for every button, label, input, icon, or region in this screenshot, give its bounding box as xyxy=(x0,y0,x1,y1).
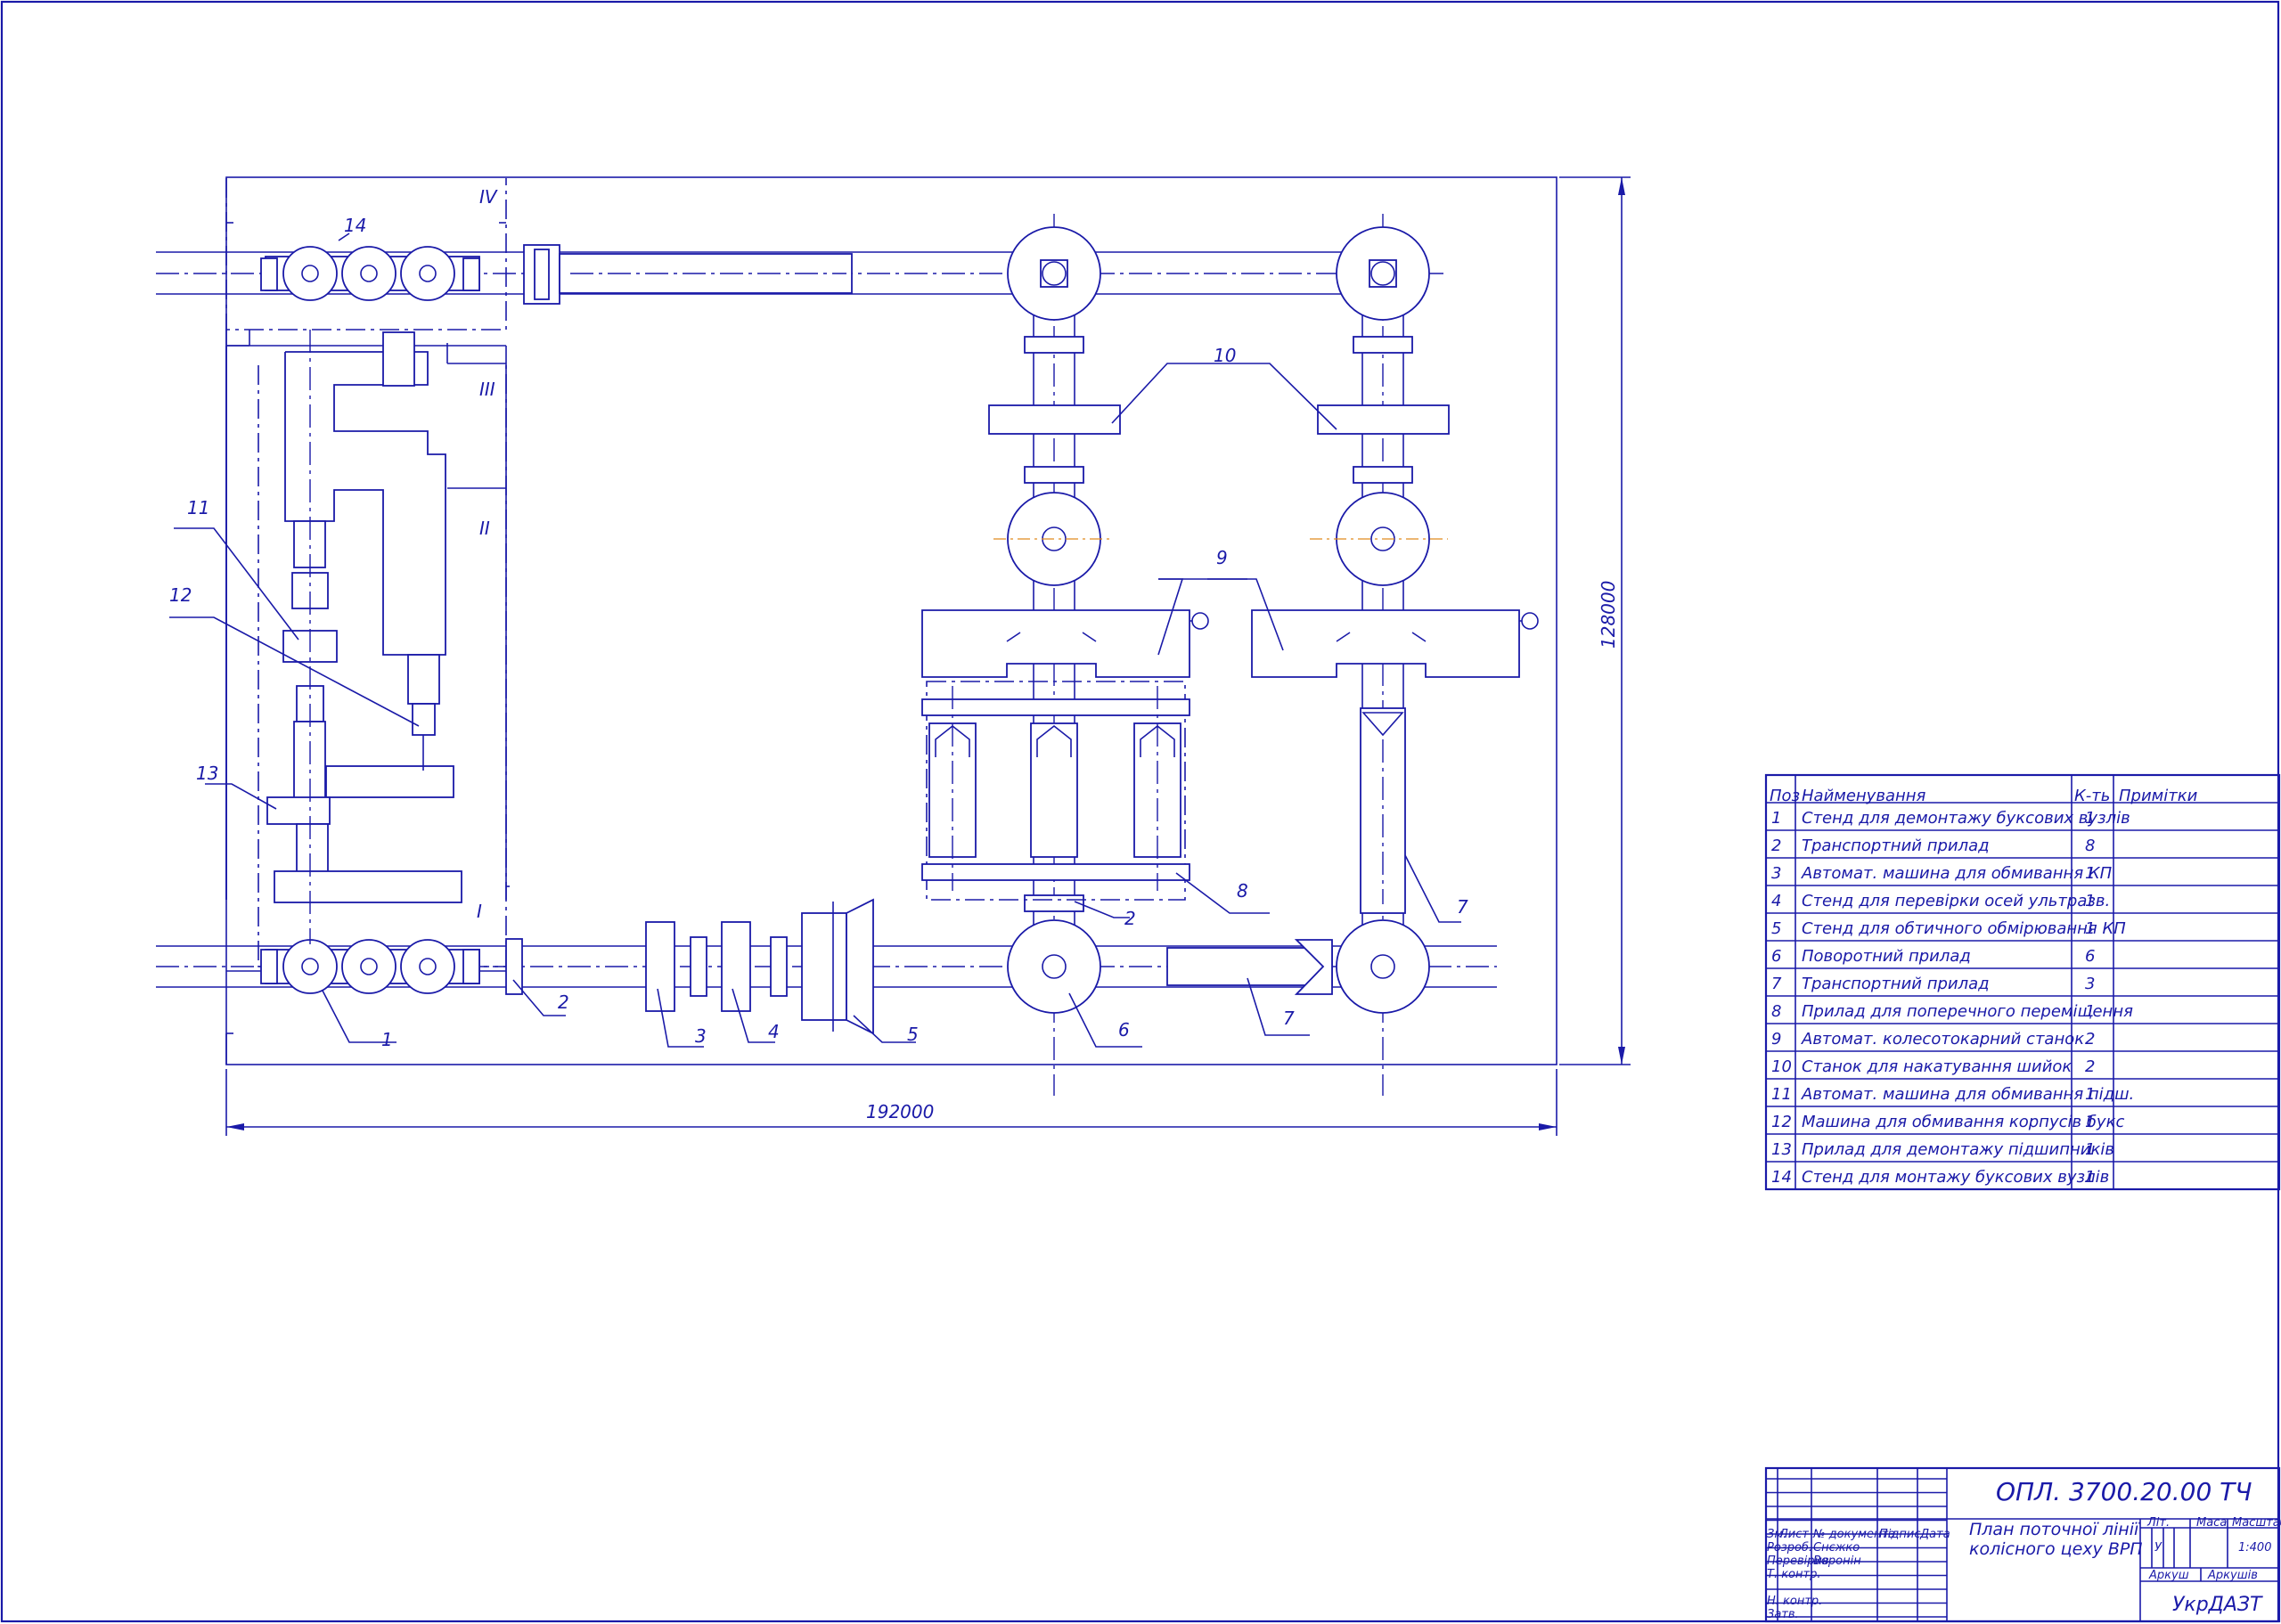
spec-row-name: Станок для накатування шийок xyxy=(1802,1057,2072,1076)
tb-scale-val: 1:400 xyxy=(2238,1541,2271,1555)
callout-8: 8 xyxy=(1237,880,1248,902)
tb-arkush: Аркуш xyxy=(2148,1569,2189,1582)
zone-boundaries xyxy=(225,178,510,1065)
zone-label-i: I xyxy=(477,901,482,922)
spec-row-name: Стенд для перевірки осей ультразв. xyxy=(1802,892,2110,910)
tb-masa: Маса xyxy=(2196,1516,2227,1530)
spec-row-name: Транспортний прилад xyxy=(1802,836,1990,855)
spec-header-pos: Поз xyxy=(1770,787,1800,805)
spec-row-name: Прилад для демонтажу підшипників xyxy=(1802,1140,2114,1159)
spec-row-qty: 1 xyxy=(2085,809,2095,828)
cross-transfer-device xyxy=(921,681,1190,901)
spec-row-qty: 1 xyxy=(2085,892,2095,910)
dimension-height: 128000 xyxy=(1598,581,1619,649)
spec-row-pos: 11 xyxy=(1771,1085,1792,1104)
spec-row-pos: 2 xyxy=(1771,836,1781,855)
spec-row-name: Стенд для демонтажу буксових вузлів xyxy=(1802,809,2130,828)
tb-razrab-name: Снєжко xyxy=(1813,1541,1860,1555)
tb-row-nkontr: Н. контр. xyxy=(1767,1595,1822,1608)
wheel-lathes xyxy=(921,609,1539,678)
spec-row-pos: 13 xyxy=(1771,1140,1792,1159)
drawing-title-line1: План поточної лінії xyxy=(1969,1520,2141,1539)
title-block: ОПЛ. 3700.20.00 ТЧ План поточної лінії к… xyxy=(1764,1466,2281,1623)
bottom-conveyor-line xyxy=(156,898,1497,1035)
drawing-title-line2: колісного цеху ВРП xyxy=(1969,1539,2143,1559)
tb-col-date: Дата xyxy=(1919,1528,1950,1541)
callout-9: 9 xyxy=(1216,547,1228,568)
tb-perev-name: Воронін xyxy=(1813,1555,1861,1568)
spec-row-pos: 8 xyxy=(1771,1002,1781,1021)
callout-13: 13 xyxy=(196,763,218,784)
spec-row-pos: 10 xyxy=(1771,1057,1792,1076)
spec-row-name: Машина для обмивання корпусів букс xyxy=(1802,1113,2124,1131)
callout-4: 4 xyxy=(768,1021,780,1042)
zone-label-ii: II xyxy=(479,518,490,539)
spec-header-note: Примітки xyxy=(2119,787,2198,805)
callout-12: 12 xyxy=(169,584,192,606)
callout-10: 10 xyxy=(1214,345,1236,366)
spec-row-pos: 6 xyxy=(1771,947,1781,966)
spec-row-pos: 1 xyxy=(1771,809,1781,828)
spec-row-qty: 1 xyxy=(2085,1085,2095,1104)
tb-lit-val: У xyxy=(2154,1541,2162,1555)
spec-row-qty: 6 xyxy=(2085,947,2095,966)
spec-row-name: Поворотний прилад xyxy=(1802,947,1971,966)
callout-7a: 7 xyxy=(1283,1008,1295,1029)
spec-row-qty: 1 xyxy=(2085,919,2095,938)
plan-view: IV III II I 1 2 3 4 5 6 7 7 8 9 10 11 12… xyxy=(156,176,1631,1136)
callout-7b: 7 xyxy=(1457,896,1468,918)
spec-row-qty: 1 xyxy=(2085,1168,2095,1187)
spec-header-name: Найменування xyxy=(1802,787,1926,805)
spec-row-pos: 9 xyxy=(1771,1030,1781,1049)
tb-col-sign: Підпис xyxy=(1879,1528,1920,1541)
spec-row-pos: 3 xyxy=(1771,864,1781,883)
tb-row-tkontr: Т. контр. xyxy=(1767,1568,1820,1581)
callout-14: 14 xyxy=(344,215,366,236)
callout-2b: 2 xyxy=(1124,908,1136,929)
callout-2a: 2 xyxy=(558,992,569,1013)
spec-row-name: Транспортний прилад xyxy=(1802,975,1990,993)
tb-masshtab: Масштаб xyxy=(2232,1516,2281,1530)
spec-row-qty: 2 xyxy=(2085,1030,2095,1049)
spec-row-qty: 1 xyxy=(2085,1113,2095,1131)
spec-row-qty: 2 xyxy=(2085,1057,2095,1076)
tb-arkushiv: Аркушів xyxy=(2207,1569,2258,1582)
callout-11: 11 xyxy=(187,497,209,518)
specification-table: Поз Найменування К-ть Примітки 1 Стенд дл… xyxy=(1764,773,2281,1191)
spec-row-pos: 7 xyxy=(1771,975,1782,993)
tb-row-zatv: Затв. xyxy=(1767,1608,1799,1621)
spec-row-name: Автомат. машина для обмивання КП xyxy=(1801,864,2113,883)
spec-row-name: Стенд для обтичного обмірювання КП xyxy=(1802,919,2126,938)
spec-header-qty: К-ть xyxy=(2074,787,2110,805)
zone-label-iii: III xyxy=(479,379,495,400)
organization: УкрДАЗТ xyxy=(2172,1594,2263,1616)
spec-row-pos: 5 xyxy=(1771,919,1781,938)
spec-row-pos: 14 xyxy=(1771,1168,1792,1187)
tb-lit: Літ. xyxy=(2146,1516,2170,1530)
spec-row-name: Стенд для монтажу буксових вузлів xyxy=(1802,1168,2109,1187)
spec-row-name: Прилад для поперечного переміщення xyxy=(1802,1002,2133,1021)
callout-5: 5 xyxy=(907,1024,919,1045)
spec-row-qty: 1 xyxy=(2085,864,2095,883)
dimension-width: 192000 xyxy=(866,1101,934,1122)
callout-3: 3 xyxy=(695,1025,707,1047)
drawing-sheet: IV III II I 1 2 3 4 5 6 7 7 8 9 10 11 12… xyxy=(0,0,2281,1623)
spec-row-qty: 8 xyxy=(2085,836,2095,855)
doc-code: ОПЛ. 3700.20.00 ТЧ xyxy=(1996,1477,2252,1506)
callout-6: 6 xyxy=(1118,1019,1130,1041)
spec-row-pos: 4 xyxy=(1771,892,1781,910)
spec-row-qty: 1 xyxy=(2085,1140,2095,1159)
spec-row-qty: 3 xyxy=(2085,975,2095,993)
callout-1: 1 xyxy=(381,1029,393,1050)
top-conveyor-line xyxy=(156,244,1443,305)
tb-col-list: Лист xyxy=(1778,1528,1809,1541)
spec-row-qty: 1 xyxy=(2085,1002,2095,1021)
tb-row-razrab: Розроб. xyxy=(1767,1541,1812,1555)
spec-row-pos: 12 xyxy=(1771,1113,1792,1131)
zone-label-iv: IV xyxy=(479,186,498,208)
spec-row-name: Автомат. колесотокарний станок xyxy=(1801,1030,2084,1049)
